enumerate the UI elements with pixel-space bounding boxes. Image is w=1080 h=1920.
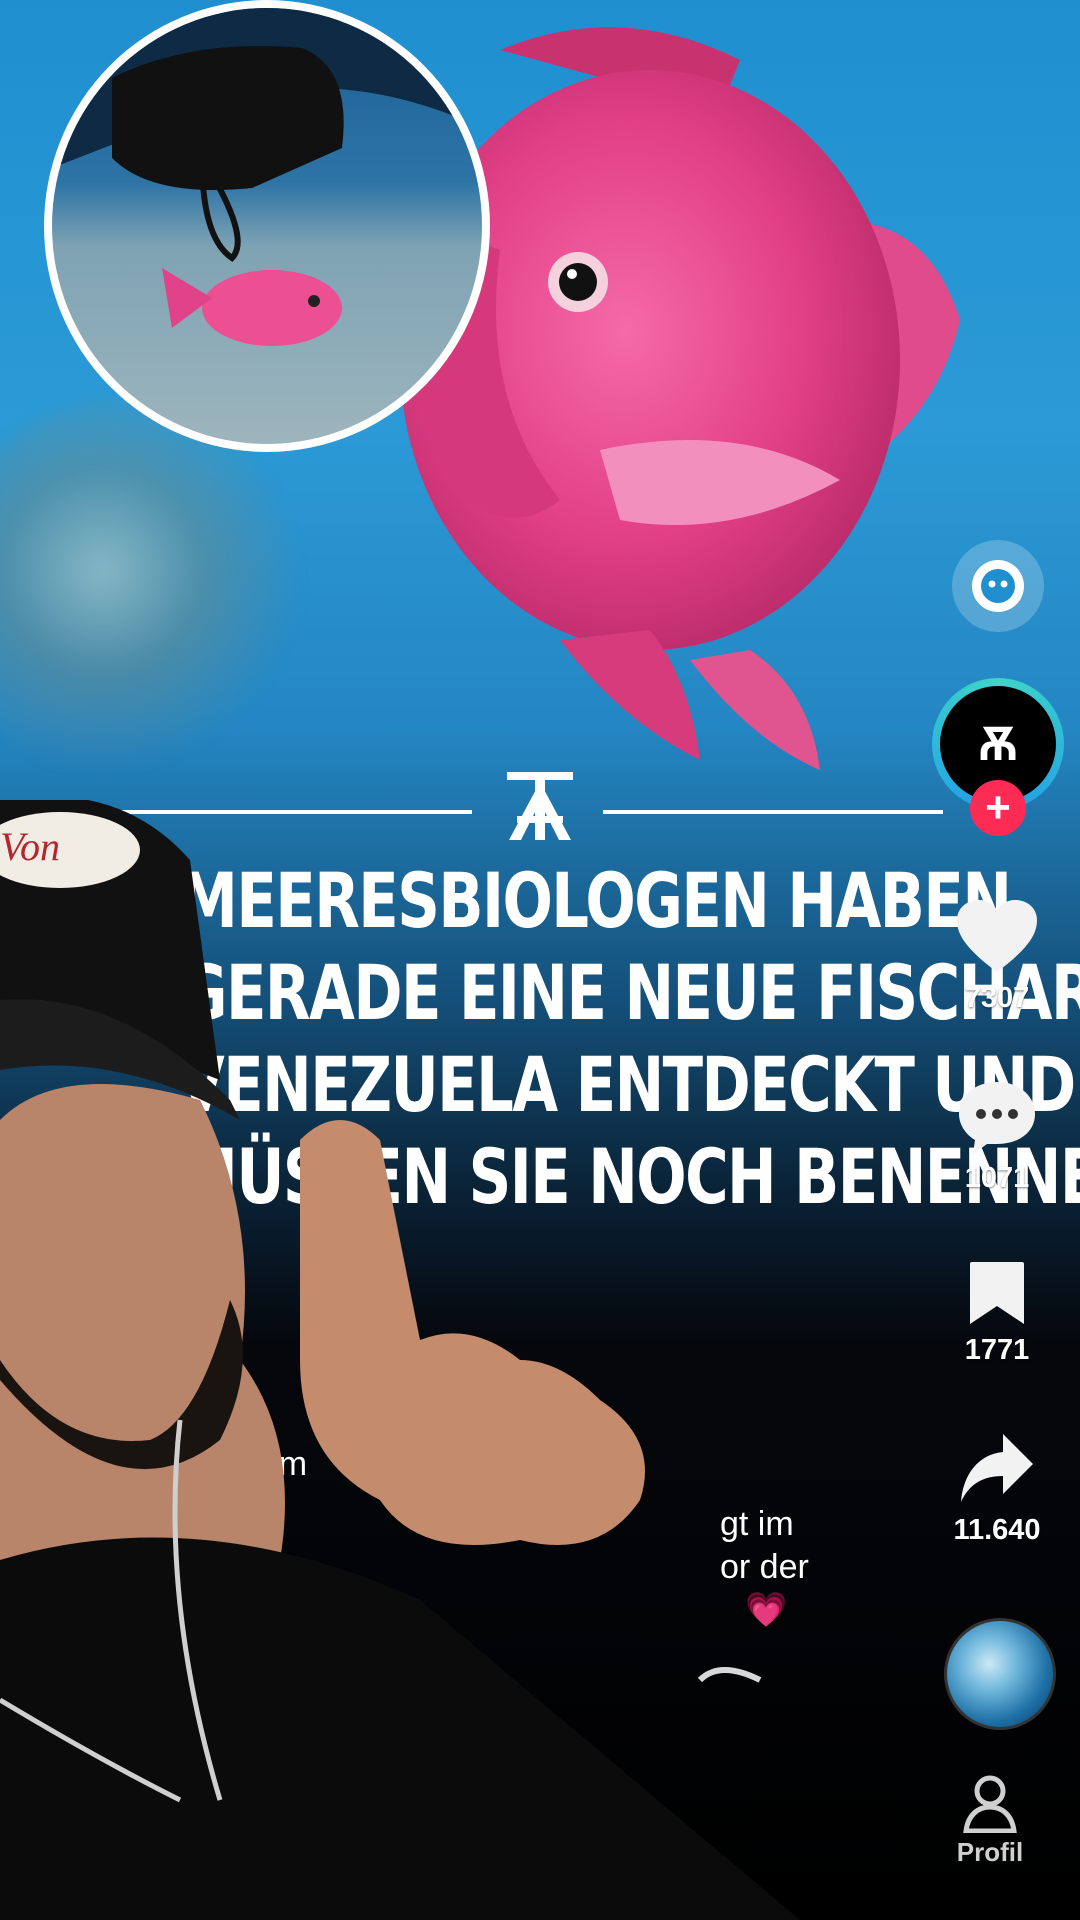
heart-icon (957, 900, 1037, 972)
comment-count: 1071 (964, 1162, 1030, 1194)
cap-logo-text: Von (0, 824, 60, 869)
share-arrow-icon (961, 1434, 1033, 1502)
profile-icon (963, 1775, 1017, 1833)
bookmark-icon (970, 1262, 1024, 1324)
nav-profile-tab[interactable]: Profil (930, 1775, 1050, 1868)
background-cloud (0, 400, 300, 780)
video-feed-screen[interactable]: Ѫ + MEERESBIOLOGEN HABEN GERADE EINE NEU… (0, 0, 1080, 1920)
music-disc[interactable] (944, 1618, 1056, 1730)
share-button[interactable]: 11.640 (932, 1432, 1062, 1547)
save-button[interactable]: 1771 (932, 1260, 1062, 1367)
comment-icon (959, 1082, 1035, 1154)
save-count: 1771 (964, 1334, 1030, 1366)
ai-assistant-button[interactable] (952, 540, 1044, 632)
follow-button[interactable]: + (970, 780, 1026, 836)
comment-button[interactable]: 1071 (932, 1080, 1062, 1195)
inset-diver-image (44, 0, 490, 452)
chat-bot-icon (972, 560, 1024, 612)
share-count: 11.640 (953, 1514, 1041, 1546)
like-button[interactable]: 7307 (932, 898, 1062, 1015)
like-count: 7307 (964, 982, 1030, 1014)
nav-profile-label: Profil (956, 1837, 1024, 1867)
creator-person-overlay: Von (0, 800, 800, 1920)
